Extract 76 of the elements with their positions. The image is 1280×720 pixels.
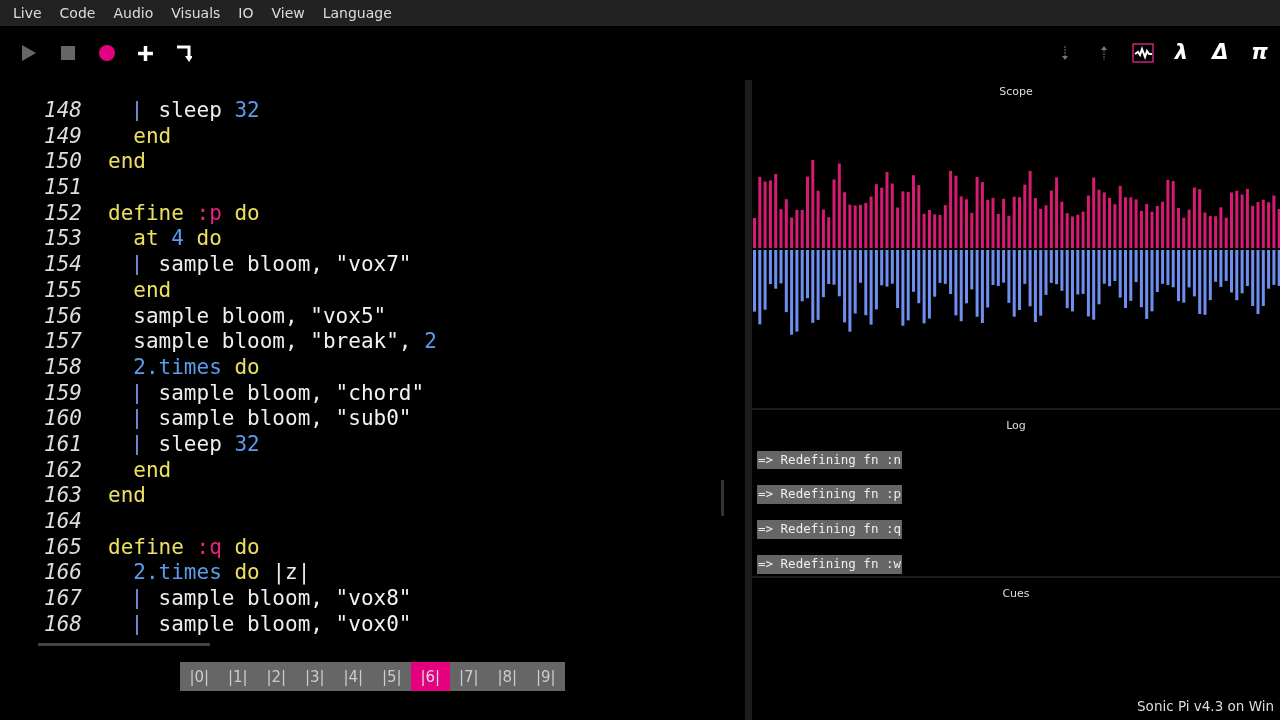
horizontal-scrollbar[interactable] (38, 643, 210, 647)
line-number: 164 (43, 509, 82, 535)
menu-item[interactable]: View (262, 0, 314, 27)
line-number: 152 (43, 200, 82, 227)
code-line: sleep 32 (158, 431, 260, 458)
line-number: 153 (43, 226, 82, 253)
line-number: 158 (43, 354, 82, 381)
line-number: 155 (43, 277, 82, 304)
line-number: 151 (43, 175, 82, 201)
code-line: end (133, 123, 172, 150)
code-line: end (133, 457, 172, 484)
code-line: end (108, 149, 146, 176)
menu-item[interactable]: Language (313, 0, 401, 27)
line-number: 161 (43, 431, 82, 458)
buffer-tab[interactable]: |4| (334, 662, 373, 692)
buffer-tab[interactable]: |5| (372, 662, 411, 692)
indent-guide (136, 383, 138, 404)
glyph-button[interactable]: Δ (1201, 37, 1240, 69)
indent-guide (136, 589, 138, 610)
buffer-tab[interactable]: |1| (218, 662, 257, 692)
line-number: 163 (43, 483, 82, 509)
line-number: 150 (43, 149, 82, 176)
line-number: 159 (43, 380, 82, 407)
menu-item[interactable]: IO (229, 0, 263, 27)
line-number: 168 (43, 611, 82, 638)
code-line: end (133, 277, 172, 304)
line-number: 154 (43, 252, 82, 278)
cues-title: Cues (1001, 586, 1031, 602)
glyph-button[interactable]: π (1240, 37, 1279, 69)
line-number: 160 (43, 406, 82, 432)
code-line: sleep 32 (158, 98, 260, 124)
line-number: 157 (43, 329, 82, 355)
line-number: 149 (43, 123, 82, 150)
buffer-tab[interactable]: |0| (180, 662, 219, 692)
log-entry: => Redefining fn :w (757, 554, 902, 574)
scope-title: Scope (998, 84, 1034, 100)
indent-guide (136, 434, 138, 455)
buffer-tab[interactable]: |8| (488, 662, 527, 692)
line-number: 162 (43, 457, 82, 484)
menu-item[interactable]: Live (4, 0, 51, 27)
code-line: at 4 do (133, 226, 222, 253)
line-number: 167 (43, 586, 82, 612)
code-line: end (108, 483, 146, 509)
code-line: 2.times do |z| (133, 560, 311, 587)
log-entry: => Redefining fn :n (757, 450, 902, 470)
log-title: Log (1005, 418, 1027, 434)
menu-item[interactable]: Visuals (162, 0, 230, 27)
indent-guide (136, 255, 138, 276)
code-line: sample bloom, "sub0" (158, 406, 412, 432)
line-number: 165 (43, 534, 82, 561)
line-number: 148 (43, 98, 82, 124)
code-line: sample bloom, "vox7" (158, 252, 412, 278)
vertical-scrollbar[interactable] (721, 480, 724, 516)
line-number: 166 (43, 560, 82, 587)
status-text: Sonic Pi v4.3 on Win (1137, 696, 1274, 716)
log-entry: => Redefining fn :p (757, 485, 902, 504)
code-line: sample bloom, "vox0" (158, 611, 412, 638)
glyph-button[interactable]: λ (1162, 37, 1201, 69)
buffer-tab[interactable]: |2| (257, 662, 296, 692)
log-entry: => Redefining fn :q (757, 520, 902, 539)
indent-guide (136, 614, 138, 635)
indent-guide (136, 409, 138, 430)
code-line: define :q do (108, 534, 260, 561)
line-number: 156 (43, 303, 82, 330)
code-line: 2.times do (133, 354, 260, 381)
buffer-tab[interactable]: |7| (449, 662, 488, 692)
code-line: sample bloom, "break", 2 (133, 329, 437, 355)
buffer-tab[interactable]: |3| (295, 662, 334, 692)
indent-guide (136, 101, 138, 121)
code-line: sample bloom, "chord" (158, 380, 425, 407)
menu-item[interactable]: Code (50, 0, 105, 27)
code-line: sample bloom, "vox8" (158, 586, 412, 612)
code-line: sample bloom, "vox5" (133, 303, 387, 330)
menu-item[interactable]: Audio (104, 0, 163, 27)
buffer-tab[interactable]: |9| (526, 662, 565, 692)
code-line: define :p do (108, 200, 260, 227)
